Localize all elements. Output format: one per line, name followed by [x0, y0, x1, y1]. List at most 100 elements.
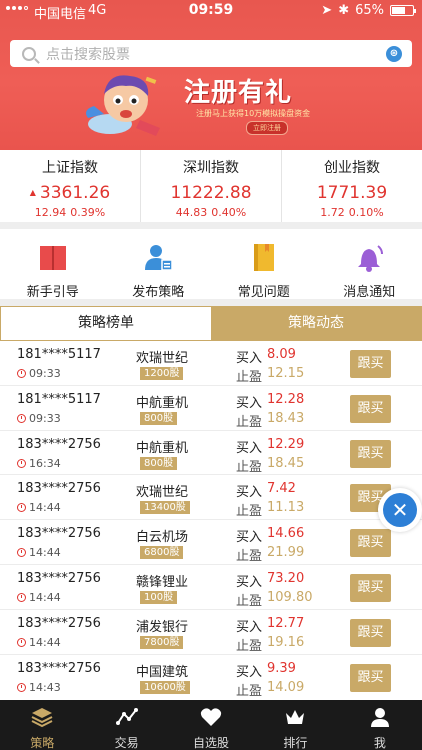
clock-icon — [17, 458, 26, 468]
post-time: 14:44 — [29, 546, 61, 560]
feature-faq[interactable]: 常见问题 — [211, 229, 317, 300]
buy-price: 8.09 — [267, 347, 296, 362]
take-profit-label: 止盈 — [236, 370, 263, 385]
strategy-row[interactable]: 183****2756 14:44 浦发银行 7800股 买入 12.77 止盈… — [0, 609, 422, 655]
share-badge: 800股 — [140, 456, 178, 470]
feature-guide[interactable]: 新手引导 — [0, 229, 106, 300]
promo-banner[interactable]: 注册有礼 注册马上获得10万模拟操盘资金 立即注册 — [0, 70, 422, 150]
user-id: 183****2756 — [17, 660, 101, 676]
strategy-row[interactable]: 183****2756 14:43 中国建筑 10600股 买入 9.39 止盈… — [0, 654, 422, 698]
mascot-illustration — [86, 75, 160, 136]
take-profit-label: 止盈 — [236, 593, 263, 609]
take-profit-price: 11.13 — [267, 500, 305, 516]
strategy-row[interactable]: 183****2756 14:44 欢瑞世纪 13400股 买入 7.42 止盈… — [0, 475, 422, 521]
search-bar[interactable]: 点击搜索股票 ⊛ — [10, 40, 412, 67]
feature-notify[interactable]: 消息通知 — [317, 229, 422, 300]
post-time: 14:44 — [29, 635, 61, 649]
follow-buy-button[interactable]: 跟买 — [350, 618, 391, 647]
index-change: 44.83 — [175, 206, 208, 219]
take-profit-label: 止盈 — [236, 638, 263, 654]
clock-icon — [17, 637, 26, 647]
scan-icon[interactable]: ⊛ — [386, 45, 402, 62]
strategy-row[interactable]: 181****5117 09:33 中航重机 800股 买入 12.28 止盈 … — [0, 385, 422, 431]
user-id: 183****2756 — [17, 615, 101, 631]
user-card-icon — [145, 245, 173, 271]
tab-strategy-ranking[interactable]: 策略榜单 — [1, 307, 211, 340]
nav-me[interactable]: 我 — [338, 700, 422, 750]
follow-buy-button[interactable]: 跟买 — [350, 663, 391, 692]
trend-line-icon — [115, 708, 138, 725]
nav-label: 交易 — [114, 736, 139, 750]
user-id: 183****2756 — [17, 570, 101, 586]
nav-label: 自选股 — [193, 736, 230, 750]
feature-label: 发布策略 — [132, 285, 185, 300]
stock-name: 浦发银行 — [136, 619, 189, 635]
take-profit-label: 止盈 — [236, 414, 263, 430]
take-profit-price: 109.80 — [267, 589, 313, 605]
follow-buy-button[interactable]: 跟买 — [350, 350, 391, 378]
index-change: 12.94 — [34, 206, 67, 219]
buy-price: 9.39 — [267, 660, 296, 676]
tab-strategy-activity[interactable]: 策略动态 — [211, 307, 421, 340]
stock-name: 中国建筑 — [136, 664, 189, 680]
buy-price: 14.66 — [267, 526, 305, 542]
share-badge: 100股 — [140, 590, 178, 604]
follow-buy-button[interactable]: 跟买 — [350, 394, 391, 423]
share-badge: 800股 — [140, 411, 178, 425]
index-value: 1771.39 — [316, 183, 388, 203]
person-icon — [370, 708, 389, 727]
status-right: ➤ ✱ 65% — [321, 3, 416, 18]
post-time: 14:44 — [29, 501, 61, 515]
register-button[interactable]: 立即注册 — [246, 121, 288, 135]
nav-trade[interactable]: 交易 — [84, 700, 168, 750]
index-card-cy[interactable]: 创业指数 1771.39 1.72 0.10% — [281, 150, 422, 222]
search-placeholder[interactable]: 点击搜索股票 — [46, 44, 386, 64]
floating-assistant-button[interactable]: ✕ — [378, 488, 422, 532]
banner-title: 注册有礼 — [184, 78, 293, 108]
take-profit-price: 12.15 — [267, 366, 305, 381]
index-name: 创业指数 — [324, 160, 380, 176]
buy-label: 买入 — [236, 574, 263, 590]
index-change: 1.72 — [320, 206, 345, 219]
take-profit-price: 14.09 — [267, 679, 305, 695]
strategy-row[interactable]: 183****2756 14:44 白云机场 6800股 买入 14.66 止盈… — [0, 520, 422, 565]
strategy-tabs: 策略榜单 策略动态 — [0, 306, 422, 341]
feature-label: 消息通知 — [343, 285, 396, 300]
post-time: 14:44 — [29, 590, 61, 604]
stock-name: 中航重机 — [136, 395, 189, 411]
nav-ranking[interactable]: 排行 — [253, 700, 337, 750]
feature-label: 常见问题 — [237, 285, 290, 300]
nav-watchlist[interactable]: 自选股 — [169, 700, 253, 750]
take-profit-price: 19.16 — [267, 634, 305, 650]
share-badge: 13400股 — [140, 501, 190, 515]
bell-icon — [358, 245, 384, 272]
index-card-sh[interactable]: 上证指数 ▲ 3361.26 12.94 0.39% — [0, 150, 140, 222]
user-id: 183****2756 — [17, 436, 101, 452]
buy-price: 12.29 — [267, 436, 305, 452]
clock-icon — [17, 548, 26, 558]
take-profit-label: 止盈 — [236, 683, 263, 698]
nav-label: 策略 — [30, 736, 55, 750]
stock-name: 赣锋锂业 — [136, 574, 189, 590]
stock-name: 中航重机 — [136, 440, 189, 456]
follow-buy-button[interactable]: 跟买 — [350, 529, 391, 558]
index-card-sz[interactable]: 深圳指数 11222.88 44.83 0.40% — [140, 150, 281, 222]
buy-label: 买入 — [236, 440, 263, 456]
stock-name: 白云机场 — [136, 530, 189, 546]
follow-buy-button[interactable]: 跟买 — [350, 573, 391, 602]
user-id: 183****2756 — [17, 526, 101, 542]
index-name: 上证指数 — [42, 160, 98, 176]
follow-buy-button[interactable]: 跟买 — [350, 439, 391, 468]
share-badge: 10600股 — [140, 680, 190, 694]
strategy-row[interactable]: 181****5117 09:33 欢瑞世纪 1200股 买入 8.09 止盈 … — [0, 341, 422, 386]
buy-label: 买入 — [236, 485, 263, 501]
battery-icon — [390, 5, 416, 16]
clock-icon — [17, 592, 26, 602]
strategy-row[interactable]: 183****2756 14:44 赣锋锂业 100股 买入 73.20 止盈 … — [0, 564, 422, 610]
strategy-row[interactable]: 183****2756 16:34 中航重机 800股 买入 12.29 止盈 … — [0, 430, 422, 476]
divider — [0, 222, 422, 229]
divider — [0, 299, 422, 306]
feature-publish[interactable]: 发布策略 — [106, 229, 212, 300]
nav-strategy[interactable]: 策略 — [0, 700, 84, 750]
index-value: 3361.26 — [39, 183, 111, 203]
